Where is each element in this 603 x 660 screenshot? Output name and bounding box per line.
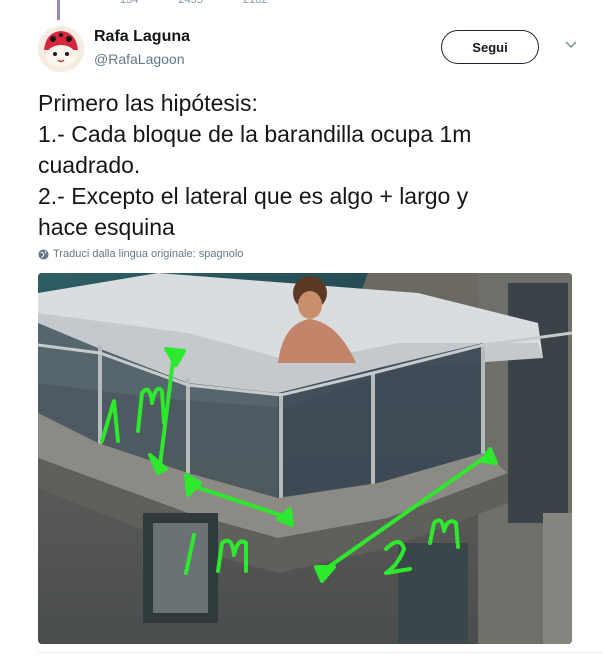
translate-link[interactable]: Traduci dalla lingua originale: spagnolo [38,248,243,260]
thread-connector-line [57,0,60,20]
tweet-line: hace esquina [38,214,175,240]
tweet-line: cuadrado. [38,152,141,178]
user-display-name[interactable]: Rafa Laguna [94,28,190,46]
tweet-line: Primero las hipótesis: [38,90,258,116]
tweet-text: Primero las hipótesis: 1.- Cada bloque d… [38,88,578,243]
translate-label: Traduci dalla lingua originale: spagnolo [53,248,244,260]
globe-icon [38,248,49,260]
tweet-header: Rafa Laguna @RafaLagoon Segui [38,22,583,78]
follow-button[interactable]: Segui [441,30,539,64]
reply-count[interactable]: 134 [120,0,138,6]
user-handle[interactable]: @RafaLagoon [94,51,185,67]
chevron-down-icon[interactable] [563,36,579,52]
tweet-line: 1.- Cada bloque de la barandilla ocupa 1… [38,121,472,147]
retweet-count[interactable]: 2455 [178,0,202,6]
tweet-line: 2.- Excepto el lateral que es algo + lar… [38,183,469,209]
like-count[interactable]: 2162 [243,0,267,6]
avatar[interactable] [38,26,84,72]
divider [38,652,603,653]
balcony-photo [38,273,572,644]
tweet-photo[interactable] [38,273,572,644]
previous-tweet-actions: 134 2455 2162 [120,0,267,6]
ladybug-avatar-icon [38,26,84,72]
